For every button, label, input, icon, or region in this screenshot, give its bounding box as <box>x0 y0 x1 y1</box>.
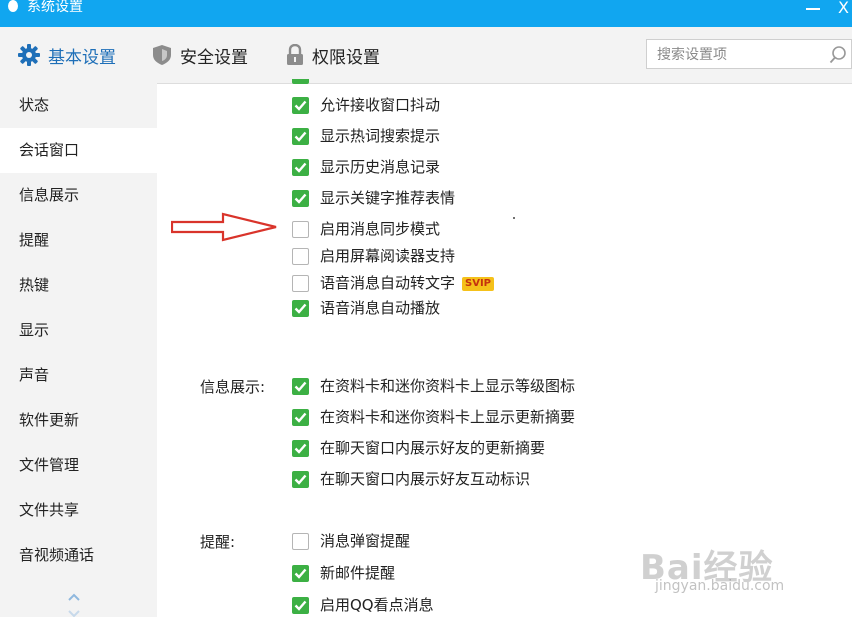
checkbox-window-shake[interactable] <box>292 97 309 114</box>
search-input[interactable] <box>655 44 829 66</box>
window-title: 系统设置 <box>27 0 83 15</box>
option-label: 在聊天窗口内展示好友的更新摘要 <box>320 439 546 457</box>
checkbox-level-icon[interactable] <box>292 378 309 395</box>
checkmark-icon <box>294 131 307 142</box>
sidebar-item-hotkey[interactable]: 热键 <box>0 263 157 308</box>
tab-basic-settings[interactable]: 基本设置 <box>18 27 116 83</box>
tab-security-settings[interactable]: 安全设置 <box>152 27 248 83</box>
option-label: 显示历史消息记录 <box>320 158 441 176</box>
option-label: 启用消息同步模式 <box>320 220 441 238</box>
option-label: 在资料卡和迷你资料卡上显示更新摘要 <box>320 408 576 426</box>
settings-content: 允许接收窗口抖动 显示热词搜索提示 显示历史消息记录 显示关键字推荐表情 启用消… <box>157 79 852 617</box>
close-button[interactable]: X <box>838 0 849 18</box>
sidebar-item-info-display[interactable]: 信息展示 <box>0 173 157 218</box>
checkbox-interaction-mark[interactable] <box>292 471 309 488</box>
tab-label: 基本设置 <box>48 47 116 68</box>
option-label: 启用屏幕阅读器支持 <box>320 247 456 265</box>
checkbox-partial <box>292 79 309 84</box>
checkbox-update-summary[interactable] <box>292 409 309 426</box>
checkmark-icon <box>294 381 307 392</box>
checkmark-icon <box>294 474 307 485</box>
checkbox-keyword-emoji[interactable] <box>292 190 309 207</box>
sidebar-item-status[interactable]: 状态 <box>0 83 157 128</box>
title-bar: 系统设置 X <box>0 0 852 27</box>
search-box <box>646 39 852 69</box>
sidebar-item-display[interactable]: 显示 <box>0 308 157 353</box>
option-label: 启用QQ看点消息 <box>320 596 434 614</box>
shield-icon <box>153 45 171 65</box>
checkbox-sync-mode[interactable] <box>292 221 309 238</box>
sidebar-item-av-call[interactable]: 音视频通话 <box>0 533 157 578</box>
option-label: 语音消息自动播放 <box>320 299 441 317</box>
checkbox-voice-autoplay[interactable] <box>292 300 309 317</box>
checkmark-icon <box>294 600 307 611</box>
tab-bar: 基本设置 安全设置 权限设置 <box>0 27 852 84</box>
checkbox-qq-kandian[interactable] <box>292 597 309 614</box>
svip-badge: SVIP <box>462 277 494 291</box>
sidebar-item-sound[interactable]: 声音 <box>0 353 157 398</box>
tab-permission-settings[interactable]: 权限设置 <box>286 27 380 83</box>
tab-label: 安全设置 <box>180 47 248 68</box>
checkbox-history[interactable] <box>292 159 309 176</box>
option-label: 在聊天窗口内展示好友互动标识 <box>320 470 531 488</box>
stray-dot <box>513 217 515 219</box>
checkmark-icon <box>294 568 307 579</box>
scroll-chevrons-icon[interactable] <box>66 590 82 617</box>
gear-icon <box>18 44 40 66</box>
section-title-info: 信息展示: <box>200 378 266 396</box>
sidebar-item-reminder[interactable]: 提醒 <box>0 218 157 263</box>
qq-penguin-icon <box>8 0 18 12</box>
checkmark-icon <box>294 162 307 173</box>
checkmark-icon <box>294 412 307 423</box>
annotation-arrow-icon <box>171 212 277 242</box>
sidebar-item-chat-window[interactable]: 会话窗口 <box>0 128 157 173</box>
checkbox-friend-update[interactable] <box>292 440 309 457</box>
option-label: 新邮件提醒 <box>320 564 396 582</box>
option-label: 显示关键字推荐表情 <box>320 189 456 207</box>
sidebar-item-file-sharing[interactable]: 文件共享 <box>0 488 157 533</box>
sidebar: 状态 会话窗口 信息展示 提醒 热键 显示 声音 软件更新 文件管理 文件共享 … <box>0 83 157 617</box>
checkbox-mail-remind[interactable] <box>292 565 309 582</box>
search-icon[interactable] <box>829 46 847 64</box>
option-label: 显示热词搜索提示 <box>320 127 441 145</box>
checkmark-icon <box>294 100 307 111</box>
checkbox-voice-to-text[interactable] <box>292 275 309 292</box>
option-label: 在资料卡和迷你资料卡上显示等级图标 <box>320 377 576 395</box>
checkbox-screen-reader[interactable] <box>292 248 309 265</box>
baidu-watermark-url: jingyan.baidu.com <box>655 578 785 594</box>
sidebar-item-file-management[interactable]: 文件管理 <box>0 443 157 488</box>
tab-label: 权限设置 <box>312 47 380 68</box>
minimize-button[interactable] <box>806 8 820 10</box>
option-label: 消息弹窗提醒 <box>320 532 411 550</box>
checkmark-icon <box>294 193 307 204</box>
option-label: 语音消息自动转文字 <box>320 274 456 292</box>
option-label: 允许接收窗口抖动 <box>320 96 441 114</box>
section-title-remind: 提醒: <box>200 533 236 551</box>
checkmark-icon <box>294 303 307 314</box>
checkbox-popup-remind[interactable] <box>292 533 309 550</box>
lock-icon <box>287 44 303 65</box>
checkmark-icon <box>294 443 307 454</box>
sidebar-item-software-update[interactable]: 软件更新 <box>0 398 157 443</box>
checkbox-hot-word-hint[interactable] <box>292 128 309 145</box>
